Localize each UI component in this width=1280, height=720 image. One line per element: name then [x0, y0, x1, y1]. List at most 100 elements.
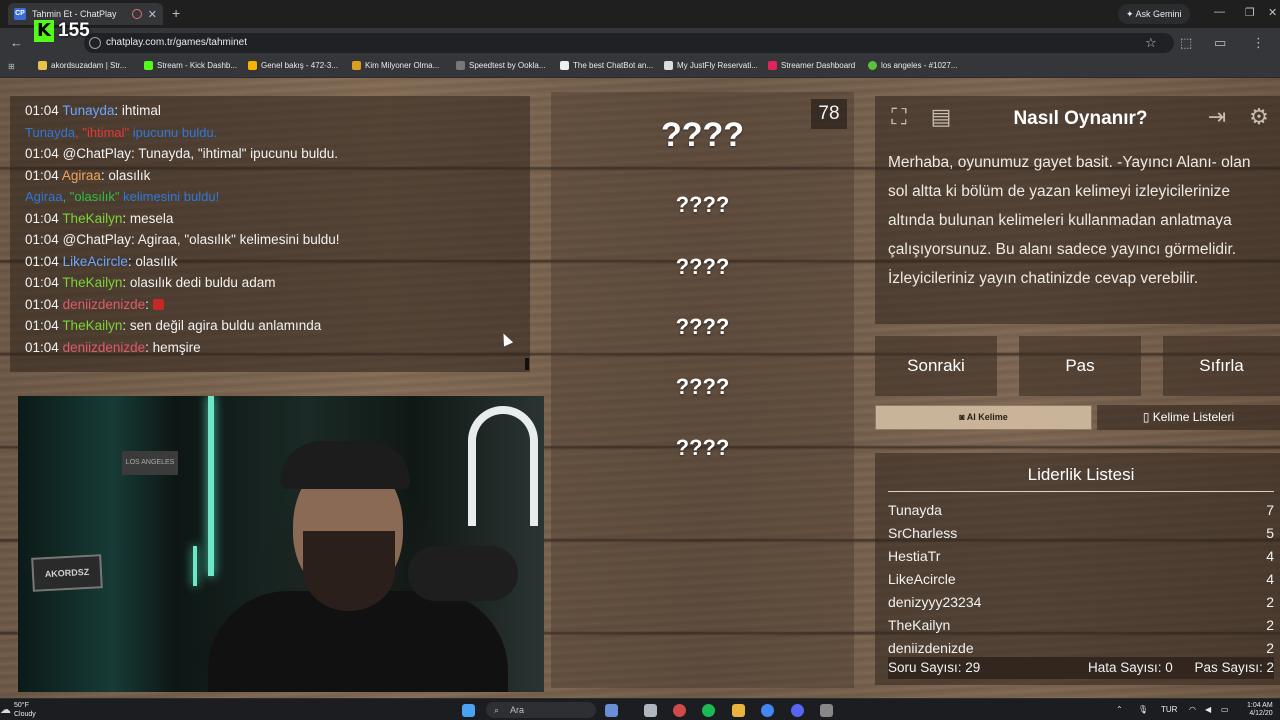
menu-icon[interactable]: ⋮	[1252, 35, 1265, 51]
sidepanel-icon[interactable]: ▭	[1214, 35, 1226, 51]
chat-username[interactable]: TheKailyn	[62, 275, 122, 290]
player-name: TheKailyn	[888, 617, 951, 633]
bookmark-star-icon[interactable]: ☆	[1145, 35, 1157, 51]
address-bar-row: ← chatplay.com.tr/games/tahminet ☆ ⬚ ▭ ⋮	[0, 28, 1280, 58]
live-app-icon[interactable]	[820, 704, 833, 717]
gemini-icon: ✦	[1126, 9, 1136, 19]
maximize-icon[interactable]: ❐	[1245, 6, 1255, 19]
found-username: Agiraa	[25, 189, 63, 204]
apps-icon[interactable]: ⊞	[8, 62, 15, 71]
bookmark-item[interactable]: Speedtest by Ookla...	[456, 61, 546, 70]
chat-time: 01:04	[25, 318, 59, 333]
player-name: denizyyy23234	[888, 594, 982, 610]
pass-button[interactable]: Pas	[1019, 336, 1141, 396]
ask-gemini-button[interactable]: ✦ Ask Gemini	[1118, 4, 1190, 24]
obs-icon[interactable]	[673, 704, 686, 717]
chat-scrollbar[interactable]	[525, 358, 529, 370]
bookmark-label: Kim Milyoner Olma...	[365, 61, 440, 70]
taskview-icon[interactable]	[605, 704, 618, 717]
bookmark-label: Stream - Kick Dashb...	[157, 61, 238, 70]
volume-icon[interactable]: ◀	[1205, 705, 1211, 714]
player-score: 4	[1266, 571, 1274, 587]
word-lists-label: Kelime Listeleri	[1152, 410, 1235, 424]
word-lists-tab[interactable]: ▯ Kelime Listeleri	[1097, 405, 1280, 430]
weather-widget[interactable]: 50°F Cloudy	[14, 701, 36, 719]
chat-message: 01:04 Tunayda: ihtimal	[25, 100, 515, 122]
kick-viewer-count: 155	[58, 20, 90, 41]
close-tab-icon[interactable]: ✕	[148, 8, 157, 21]
url-field[interactable]: chatplay.com.tr/games/tahminet	[84, 33, 1174, 53]
chat-username[interactable]: LikeAcircle	[63, 254, 128, 269]
clock[interactable]: 1:04 AM 4/12/20	[1247, 702, 1273, 718]
chat-username[interactable]: Agiraa	[62, 168, 101, 183]
chat-message: 01:04 deniizdenizde:	[25, 294, 515, 316]
bookmark-item[interactable]: Kim Milyoner Olma...	[352, 61, 439, 70]
bookmark-item[interactable]: akordsuzadam | Str...	[38, 61, 126, 70]
list-icon: ▯	[1142, 410, 1153, 424]
chat-message: 01:04 Agiraa: olasılık	[25, 165, 515, 187]
question-count: Soru Sayısı: 29	[888, 660, 981, 675]
start-icon[interactable]	[462, 704, 475, 717]
next-button[interactable]: Sonraki	[875, 336, 997, 396]
leaderboard-panel[interactable]: Liderlik Listesi Tunayda 7 SrCharless 5 He…	[875, 453, 1280, 685]
tray-chevron-icon[interactable]: ⌃	[1116, 705, 1123, 714]
discord-icon[interactable]	[791, 704, 804, 717]
chat-username[interactable]: deniizdenizde	[63, 340, 146, 355]
player-name: LikeAcircle	[888, 571, 956, 587]
bookmark-item[interactable]: los angeles - #1027...	[868, 61, 958, 70]
new-tab-button[interactable]: +	[172, 5, 180, 21]
bookmark-item[interactable]: My JustFly Reservati...	[664, 61, 758, 70]
license-plate: AKORDSZ	[31, 554, 103, 592]
site-info-icon[interactable]	[89, 37, 101, 49]
url-text: chatplay.com.tr/games/tahminet	[106, 37, 247, 48]
chat-username[interactable]: Tunayda	[62, 103, 114, 118]
wifi-icon[interactable]: ◠	[1189, 705, 1196, 714]
chat-username[interactable]: deniizdenizde	[63, 297, 146, 312]
folder-icon[interactable]	[732, 704, 745, 717]
bookmark-item[interactable]: Genel bakış - 472-3...	[248, 61, 338, 70]
leaderboard-title: Liderlik Listesi	[888, 465, 1274, 492]
taskbar-search[interactable]: ⌕ Ara	[486, 702, 596, 718]
bookmark-item[interactable]: Streamer Dashboard	[768, 61, 855, 70]
chat-time: 01:04	[25, 167, 59, 183]
chat-panel[interactable]: 01:04 Tunayda: ihtimal Tunayda, "ihtimal…	[10, 96, 530, 372]
leaderboard-row: SrCharless 5	[888, 522, 1274, 545]
kick-overlay: K 155	[34, 20, 90, 42]
minimize-icon[interactable]: —	[1214, 6, 1225, 18]
language-indicator[interactable]: TUR	[1161, 705, 1177, 714]
spotify-icon[interactable]	[702, 704, 715, 717]
bookmark-label: The best ChatBot an...	[573, 61, 654, 70]
chat-username[interactable]: TheKailyn	[62, 318, 122, 333]
mic-arm	[468, 406, 538, 526]
chat-text: : olasılık	[100, 167, 151, 183]
kick-logo-icon: K	[34, 20, 54, 42]
bookmark-label: los angeles - #1027...	[881, 61, 958, 70]
forbidden-word: ????	[675, 435, 730, 460]
forbidden-word: ????	[675, 374, 730, 399]
bookmark-item[interactable]: The best ChatBot an...	[560, 61, 653, 70]
round-timer: 78	[811, 99, 847, 129]
screen: CP Tahmin Et - ChatPlay ✕ + ✦ Ask Gemini…	[0, 0, 1280, 720]
microphone	[408, 546, 518, 601]
close-window-icon[interactable]: ✕	[1268, 6, 1277, 19]
player-name: HestiaTr	[888, 548, 941, 564]
game-page: 01:04 Tunayda: ihtimal Tunayda, "ihtimal…	[0, 78, 1280, 698]
chat-text: : olasılık dedi buldu adam	[122, 275, 276, 290]
chrome-icon[interactable]	[761, 704, 774, 717]
player-name: Tunayda	[888, 502, 942, 518]
app-icon[interactable]	[644, 704, 657, 717]
search-icon: ⌕	[494, 705, 500, 715]
bookmark-item[interactable]: Stream - Kick Dashb...	[144, 61, 237, 70]
how-to-play-title: Nasıl Oynanır?	[1013, 108, 1148, 129]
back-icon[interactable]: ←	[10, 35, 23, 50]
chat-username[interactable]: TheKailyn	[62, 211, 122, 226]
battery-icon[interactable]: ▭	[1221, 705, 1229, 714]
extensions-icon[interactable]: ⬚	[1180, 35, 1192, 51]
ai-word-tab[interactable]: ◙ AI Kelime	[875, 405, 1092, 430]
microphone-tray-icon[interactable]: 🎙	[1138, 705, 1148, 714]
game-stats: Soru Sayısı: 29 Hata Sayısı: 0 Pas Sayıs…	[888, 657, 1274, 679]
clock-time: 1:04 AM	[1247, 702, 1273, 709]
reset-button[interactable]: Sıfırla	[1163, 336, 1280, 396]
how-to-play-text: Merhaba, oyunumuz gayet basit. -Yayıncı …	[888, 154, 1251, 287]
forbidden-word: ????	[675, 314, 730, 339]
